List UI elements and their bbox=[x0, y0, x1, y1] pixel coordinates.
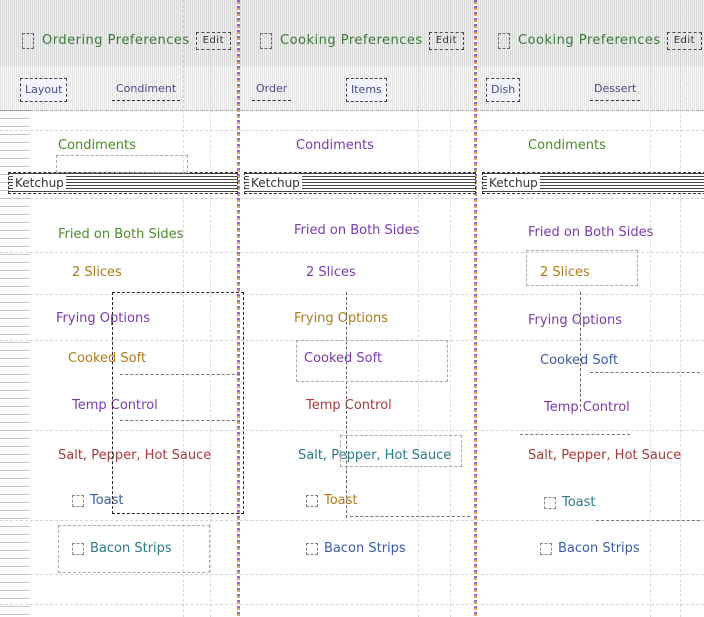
divider bbox=[590, 372, 700, 373]
type-option[interactable]: Fried on Both Sides bbox=[52, 224, 189, 246]
texture-line bbox=[680, 0, 682, 617]
section-title: Condiments bbox=[528, 138, 606, 153]
count-option[interactable]: 2 Slices bbox=[300, 262, 362, 284]
guide-line bbox=[346, 292, 347, 518]
row-outline bbox=[56, 155, 188, 173]
section-title: Condiments bbox=[296, 138, 374, 153]
divider bbox=[350, 516, 470, 517]
panel-title: Ordering Preferences Edit bbox=[18, 28, 232, 54]
edit-badge[interactable]: Edit bbox=[666, 31, 703, 50]
checkbox-icon[interactable] bbox=[306, 542, 318, 555]
bacon-option[interactable]: Bacon Strips bbox=[534, 538, 646, 560]
tab-order[interactable]: Order bbox=[252, 78, 292, 101]
condiment-value: Ketchup bbox=[249, 176, 302, 190]
tab-dessert[interactable]: Dessert bbox=[590, 78, 641, 101]
texture-line bbox=[450, 0, 452, 617]
app-window: Ordering Preferences Edit Layout Condimen… bbox=[0, 0, 704, 617]
salt-option[interactable]: Salt, Pepper, Hot Sauce bbox=[522, 445, 687, 467]
panel-title: Cooking Preferences Edit bbox=[256, 28, 465, 54]
panel-divider[interactable] bbox=[474, 0, 477, 617]
checkbox-icon[interactable] bbox=[544, 496, 556, 509]
condiment-field[interactable]: Ketchup bbox=[8, 172, 238, 194]
toast-label: Toast bbox=[562, 495, 596, 510]
row-outline bbox=[58, 525, 210, 573]
panel-title: Cooking Preferences Edit bbox=[494, 28, 703, 54]
panel-title-text: Cooking Preferences bbox=[280, 33, 423, 48]
checkbox-icon[interactable] bbox=[72, 494, 84, 507]
texture-line bbox=[0, 430, 704, 432]
texture-line bbox=[0, 198, 704, 200]
document-icon bbox=[498, 32, 510, 49]
tab-dish[interactable]: Dish bbox=[486, 78, 521, 102]
condiment-value: Ketchup bbox=[13, 176, 66, 190]
edit-badge[interactable]: Edit bbox=[428, 31, 465, 50]
divider bbox=[520, 434, 630, 435]
condiment-field[interactable]: Ketchup bbox=[244, 172, 476, 194]
tab-layout[interactable]: Layout bbox=[20, 78, 68, 102]
checkbox-icon[interactable] bbox=[540, 542, 552, 555]
type-option[interactable]: Fried on Both Sides bbox=[522, 222, 659, 244]
condiment-value: Ketchup bbox=[487, 176, 540, 190]
toast-option[interactable]: Toast bbox=[300, 490, 364, 512]
guide-line bbox=[580, 292, 581, 412]
type-option[interactable]: Fried on Both Sides bbox=[288, 220, 425, 242]
toast-option[interactable]: Toast bbox=[538, 492, 602, 514]
checkbox-icon[interactable] bbox=[306, 494, 318, 507]
divider bbox=[120, 420, 240, 421]
edit-badge[interactable]: Edit bbox=[195, 31, 232, 50]
selection-frame bbox=[112, 292, 244, 514]
fry-option[interactable]: Frying Options bbox=[288, 308, 394, 330]
temp-option[interactable]: Temp Control bbox=[538, 397, 636, 419]
panel-title-text: Cooking Preferences bbox=[518, 33, 661, 48]
bacon-label: Bacon Strips bbox=[324, 541, 406, 556]
texture-line bbox=[0, 294, 704, 296]
document-icon bbox=[22, 32, 34, 49]
bacon-option[interactable]: Bacon Strips bbox=[300, 538, 412, 560]
fry-option[interactable]: Frying Options bbox=[522, 310, 628, 332]
divider bbox=[120, 374, 240, 375]
texture-line bbox=[0, 574, 704, 576]
row-outline bbox=[526, 250, 638, 286]
row-outline bbox=[296, 340, 448, 382]
tab-items[interactable]: Items bbox=[346, 78, 387, 102]
row-outline bbox=[340, 435, 462, 467]
texture-line bbox=[418, 0, 420, 617]
bacon-label: Bacon Strips bbox=[558, 541, 640, 556]
texture-line bbox=[0, 604, 704, 606]
section-title: Condiments bbox=[58, 138, 136, 153]
panel-title-text: Ordering Preferences bbox=[42, 33, 190, 48]
tab-condiment[interactable]: Condiment bbox=[112, 78, 181, 101]
toast-label: Toast bbox=[324, 493, 358, 508]
texture-line bbox=[0, 130, 704, 132]
divider bbox=[596, 520, 700, 521]
texture-line bbox=[650, 0, 652, 617]
document-icon bbox=[260, 32, 272, 49]
condiment-field[interactable]: Ketchup bbox=[482, 172, 704, 194]
count-option[interactable]: 2 Slices bbox=[66, 262, 128, 284]
temp-option[interactable]: Temp Control bbox=[300, 395, 398, 417]
